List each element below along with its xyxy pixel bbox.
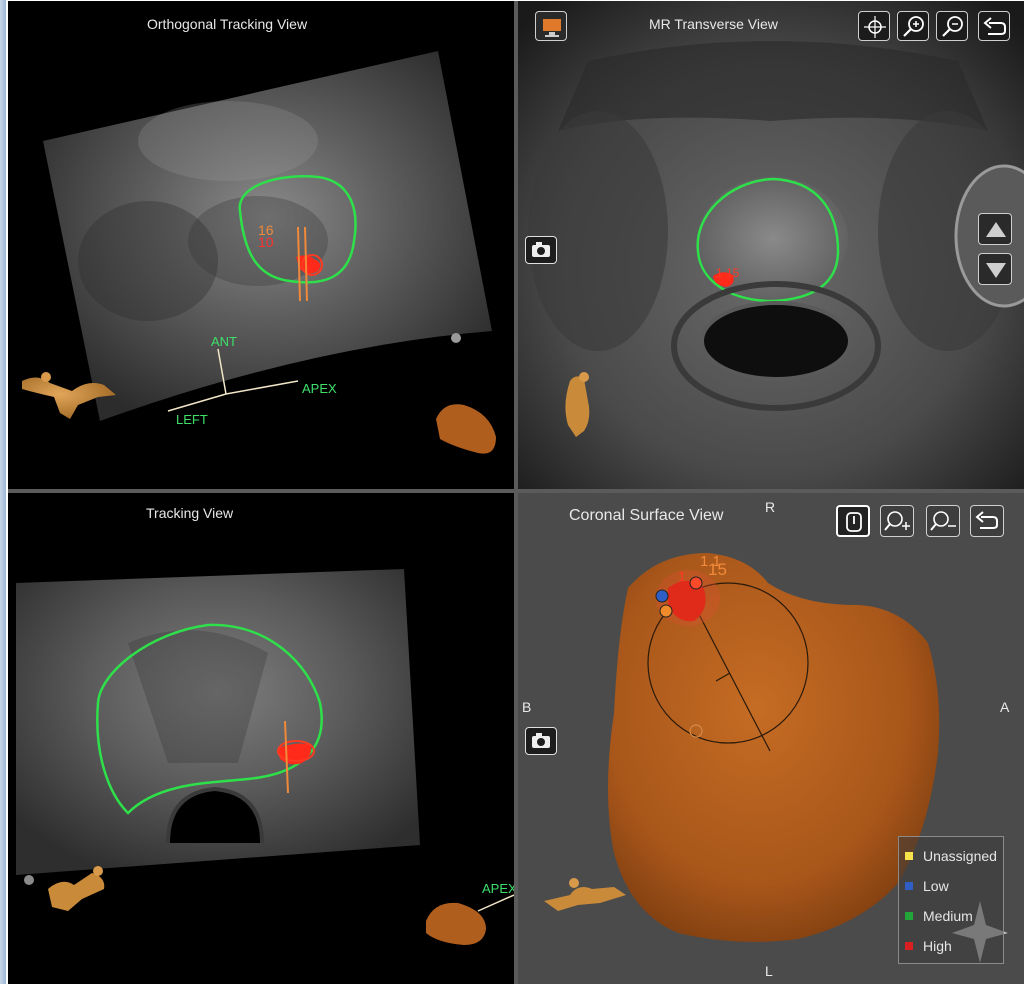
axis-label-apex: APEX [482, 881, 514, 896]
legend-label: Medium [923, 908, 973, 924]
mr-transverse-panel[interactable]: 1 15 MR Transverse View [518, 1, 1024, 489]
orientation-label-top: R [765, 499, 776, 515]
axis-label-ant: ANT [211, 334, 237, 349]
core-low [655, 589, 669, 603]
patient-figure-icon [48, 866, 105, 911]
zoom-in-icon[interactable] [880, 505, 914, 537]
legend-item-low: Low [905, 877, 949, 895]
legend-swatch [905, 912, 913, 920]
triangle-up-icon[interactable] [978, 213, 1012, 245]
zoom-out-icon[interactable] [936, 11, 968, 41]
window-frame-edge [0, 0, 6, 984]
legend-item-medium: Medium [905, 907, 973, 925]
legend-swatch [905, 852, 913, 860]
rectum [700, 301, 852, 381]
probe-marker-dot [24, 875, 34, 885]
axis-apex-line [225, 380, 299, 395]
legend-item-unassigned: Unassigned [905, 847, 997, 865]
marker-label-10: 10 [258, 234, 274, 250]
core-orange [659, 604, 673, 618]
legend-item-high: High [905, 937, 952, 955]
axis-left-line [167, 393, 227, 412]
orthogonal-ultrasound-scene: 16 10 ANT APEX LEFT [22, 51, 496, 454]
undo-icon[interactable] [970, 505, 1004, 537]
risk-legend: Unassigned Low Medium High [898, 836, 1004, 964]
crosshair-icon[interactable] [858, 11, 890, 41]
marker-label: 1 [678, 568, 686, 584]
clock-icon[interactable] [836, 505, 870, 537]
prostate-surface [608, 553, 940, 942]
orientation-label-left: B [522, 699, 532, 715]
panel-title: MR Transverse View [649, 16, 778, 32]
marker-label: 1 15 [716, 266, 740, 280]
legend-label: Unassigned [923, 848, 997, 864]
legend-swatch [905, 882, 913, 890]
undo-icon[interactable] [978, 11, 1010, 41]
axis-label-apex: APEX [302, 381, 337, 396]
triangle-down-icon[interactable] [978, 253, 1012, 285]
orientation-label-bottom: L [765, 963, 773, 979]
panel-title: Orthogonal Tracking View [147, 16, 308, 32]
legend-swatch [905, 942, 913, 950]
mr-image-scene: 1 15 [518, 1, 1024, 489]
camera-icon[interactable] [525, 236, 557, 264]
panel-title: Tracking View [146, 505, 234, 521]
monitor-icon[interactable] [535, 11, 567, 41]
axis-label-left: LEFT [176, 412, 208, 427]
prostate-model-icon [426, 902, 486, 945]
orientation-label-right: A [1000, 699, 1010, 715]
camera-icon[interactable] [525, 727, 557, 755]
legend-label: High [923, 938, 952, 954]
tracking-ultrasound-scene: APEX [16, 569, 514, 945]
patient-figure-icon [544, 878, 626, 911]
coronal-surface-panel[interactable]: 1 1 15 1 Coronal Surface View R L B A Un… [518, 493, 1024, 984]
zoom-in-icon[interactable] [897, 11, 929, 41]
tracking-panel[interactable]: APEX Tracking View [8, 493, 514, 984]
orthogonal-tracking-panel[interactable]: 16 10 ANT APEX LEFT Orthogonal Tracking … [8, 1, 514, 489]
marker-label: 15 [708, 560, 727, 579]
core-high [689, 576, 703, 590]
probe-marker-dot [451, 333, 461, 343]
panel-title: Coronal Surface View [569, 507, 724, 524]
zoom-out-icon[interactable] [926, 505, 960, 537]
legend-label: Low [923, 878, 949, 894]
prostate-model-icon [436, 404, 496, 454]
